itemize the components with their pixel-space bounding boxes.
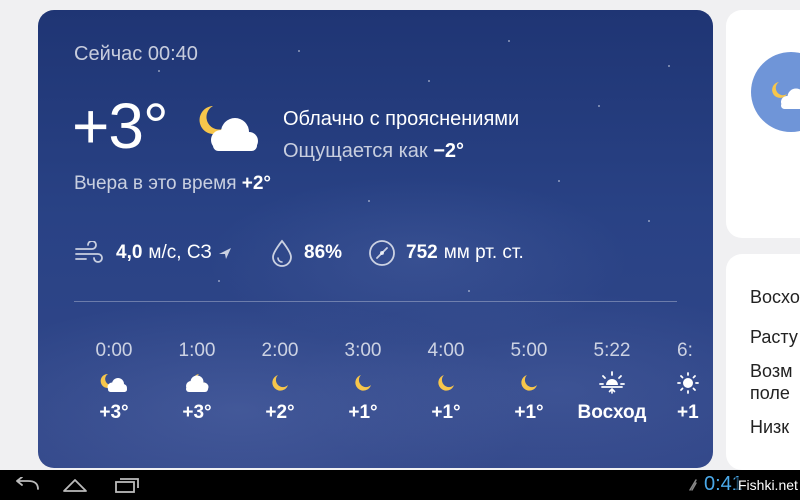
hour-time: 4:00: [427, 340, 465, 361]
pressure-param: 752 мм рт. ст.: [368, 236, 524, 270]
hour-temp: +3°: [99, 402, 129, 423]
watermark: Fishki.net: [735, 477, 800, 493]
humidity-icon: [272, 239, 292, 267]
moon-icon: [355, 375, 371, 391]
hour-temp: +1°: [348, 402, 378, 423]
hour-item: 0:00 +3°: [74, 340, 154, 424]
recent-apps-button[interactable]: [114, 475, 140, 495]
wind-direction-icon: [218, 248, 231, 259]
hour-time: 6:: [677, 340, 693, 361]
yesterday-label: Вчера в это время: [74, 173, 237, 194]
hour-item: 2:00 +2°: [240, 340, 320, 424]
moon-icon: [521, 375, 537, 391]
wind-icon: [75, 241, 103, 263]
pressure-unit: мм рт. ст.: [443, 242, 524, 263]
side-line: Низк: [750, 417, 790, 437]
side-line: поле: [750, 383, 790, 403]
hour-item: 3:00 +1°: [323, 340, 403, 424]
hour-item: 6: +1: [655, 340, 713, 424]
partly-cloudy-night-icon: [100, 373, 127, 392]
wind-unit: м/с, СЗ: [148, 242, 212, 263]
hour-item: 4:00 +1°: [406, 340, 486, 424]
hour-temp: Восход: [577, 402, 647, 423]
home-icon: [63, 479, 87, 492]
humidity-value: 86%: [304, 242, 343, 263]
home-button[interactable]: [62, 475, 88, 495]
feels-like: Ощущается как −2°: [283, 140, 464, 163]
humidity-param: 86%: [270, 236, 348, 270]
moon-icon: [272, 375, 288, 391]
hour-temp: +3°: [182, 402, 212, 423]
recent-apps-icon: [115, 478, 139, 493]
wind-param: 4,0 м/с, СЗ: [74, 236, 242, 270]
hour-temp: +1°: [431, 402, 461, 423]
yesterday-comparison: Вчера в это время +2°: [74, 173, 271, 195]
side-line: Восхо: [750, 287, 800, 307]
hour-temp: +1: [677, 402, 699, 423]
hour-time: 2:00: [261, 340, 299, 361]
feels-like-value: −2°: [433, 140, 465, 162]
side-card-details[interactable]: Восхо Расту Возм поле Низк: [726, 254, 800, 470]
notification-icon: [689, 479, 697, 491]
sun-icon: [677, 372, 699, 394]
hour-time: 5:00: [510, 340, 548, 361]
yesterday-value: +2°: [241, 173, 272, 194]
system-navigation-bar: 0:41 Fishki.net: [0, 470, 800, 500]
pressure-value: 752: [406, 242, 438, 263]
weather-card: Сейчас 00:40 +3° Облачно с прояснениями …: [38, 10, 713, 468]
current-time-label: Сейчас 00:40: [74, 43, 198, 65]
cloudy-night-icon: [186, 374, 209, 392]
hour-time: 3:00: [344, 340, 382, 361]
side-line: Расту: [750, 327, 798, 347]
back-icon: [16, 477, 39, 490]
hourly-forecast[interactable]: 0:00 +3° 1:00 +3° 2:00 +2° 3:00 +1° 4:00…: [74, 340, 713, 450]
sunrise-icon: [599, 371, 625, 394]
hour-temp: +1°: [514, 402, 544, 423]
partly-cloudy-night-icon: [772, 82, 800, 109]
current-temperature: +3°: [72, 90, 169, 162]
wind-speed: 4,0: [116, 242, 143, 263]
side-weather-badge: [751, 52, 800, 132]
hour-time: 1:00: [178, 340, 216, 361]
moon-icon: [438, 375, 454, 391]
hour-time: 5:22: [593, 340, 631, 361]
back-button[interactable]: [14, 475, 40, 495]
condition-text: Облачно с прояснениями: [283, 108, 520, 130]
hour-time: 0:00: [95, 340, 133, 361]
hour-item: 1:00 +3°: [157, 340, 237, 424]
divider: [74, 301, 677, 302]
side-line: Возм: [750, 361, 793, 381]
side-card-top[interactable]: [726, 10, 800, 238]
pressure-gauge-icon: [369, 240, 395, 266]
feels-like-label: Ощущается как: [283, 140, 428, 162]
partly-cloudy-night-icon: [199, 106, 258, 151]
hour-item: 5:00 +1°: [489, 340, 569, 424]
hour-temp: +2°: [265, 402, 295, 423]
weather-params: 4,0 м/с, СЗ 86% 752 мм рт. ст.: [74, 236, 694, 270]
hour-item: 5:22 Восход: [572, 340, 652, 424]
